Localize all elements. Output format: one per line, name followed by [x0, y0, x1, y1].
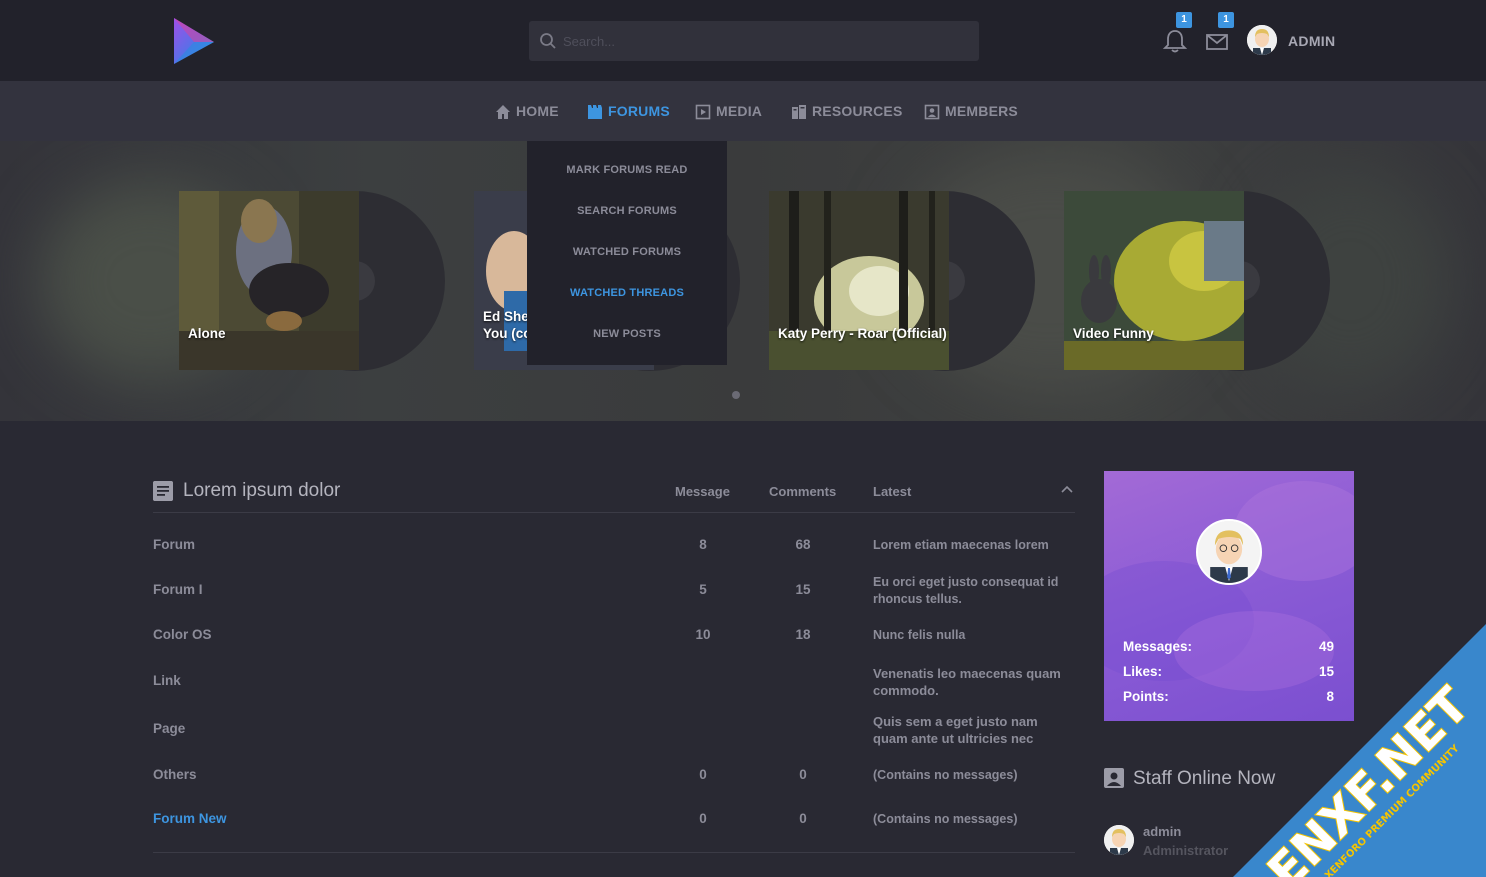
forum-link[interactable]: Forum New — [153, 811, 227, 826]
message-count: 10 — [695, 627, 711, 642]
mail-icon[interactable] — [1204, 28, 1230, 54]
media-caption: Katy Perry - Roar (Official) — [778, 326, 947, 341]
forum-link[interactable]: Color OS — [153, 627, 212, 642]
media-thumbnail — [769, 191, 949, 370]
comments-count: 0 — [799, 811, 807, 826]
staff-user-icon — [1104, 768, 1124, 788]
search-box[interactable] — [529, 21, 979, 61]
latest-thread[interactable]: Lorem etiam maecenas lorem — [873, 537, 1073, 554]
comments-count: 68 — [795, 537, 811, 552]
resources-icon — [792, 105, 806, 119]
profile-card: Messages: 49 Likes: 15 Points: 8 — [1104, 471, 1354, 721]
bell-icon[interactable] — [1162, 28, 1188, 54]
latest-thread[interactable]: Venenatis leo maecenas quam commodo. — [873, 665, 1073, 699]
staff-member-role: Administrator — [1143, 843, 1229, 858]
profile-bg-pattern — [1104, 481, 1354, 691]
home-icon — [496, 105, 510, 119]
stat-value-likes: 15 — [1318, 664, 1334, 679]
search-icon — [540, 33, 556, 49]
dropdown-item-watched-forums[interactable]: WATCHED FORUMS — [527, 246, 727, 258]
watermark-sub: XENFORO PREMIUM COMMUNITY — [1323, 743, 1462, 877]
divider — [153, 512, 1075, 513]
stat-label-messages: Messages: — [1123, 639, 1193, 654]
members-icon — [924, 104, 940, 120]
message-count: 0 — [699, 811, 707, 826]
top-header: 1 1 ADMIN — [0, 0, 1486, 81]
stat-label-points: Points: — [1123, 689, 1169, 704]
staff-avatar[interactable] — [1104, 825, 1134, 855]
media-thumbnail — [1064, 191, 1244, 370]
dropdown-item-search-forums[interactable]: SEARCH FORUMS — [527, 205, 727, 217]
forum-link[interactable]: Forum — [153, 537, 195, 552]
dropdown-item-mark-forums-read[interactable]: MARK FORUMS READ — [527, 164, 727, 176]
forum-link[interactable]: Page — [153, 721, 185, 736]
user-avatar[interactable] — [1247, 25, 1277, 55]
media-card[interactable]: Katy Perry - Roar (Official) — [769, 191, 949, 370]
forum-link[interactable]: Forum I — [153, 582, 203, 597]
main-nav: HOME FORUMS MEDIA RESOURCES MEMBERS — [0, 81, 1486, 141]
forums-dropdown-menu: MARK FORUMS READ SEARCH FORUMS WATCHED F… — [527, 141, 727, 365]
category-title[interactable]: Lorem ipsum dolor — [183, 480, 340, 502]
latest-thread: (Contains no messages) — [873, 812, 1018, 826]
chevron-up-icon[interactable] — [1060, 484, 1074, 494]
column-header-comments: Comments — [769, 484, 837, 499]
latest-thread: (Contains no messages) — [873, 768, 1018, 782]
comments-count: 0 — [799, 767, 807, 782]
comments-count: 15 — [795, 582, 811, 597]
message-count: 8 — [699, 537, 707, 552]
media-caption: Alone — [188, 326, 226, 341]
message-count: 5 — [699, 582, 707, 597]
column-header-message: Message — [675, 484, 730, 499]
stat-value-points: 8 — [1326, 689, 1334, 704]
column-header-latest: Latest — [873, 484, 912, 499]
latest-thread[interactable]: Eu orci eget justo consequat id rhoncus … — [873, 574, 1073, 608]
dropdown-item-watched-threads[interactable]: WATCHED THREADS — [527, 287, 727, 299]
media-card[interactable]: Alone — [179, 191, 359, 370]
user-name[interactable]: ADMIN — [1288, 33, 1335, 49]
divider — [153, 852, 1075, 853]
forums-icon — [588, 105, 602, 119]
media-icon — [695, 104, 711, 120]
staff-online-title: Staff Online Now — [1133, 768, 1276, 789]
comments-count: 18 — [795, 627, 811, 642]
search-input[interactable] — [563, 21, 963, 61]
notifications-badge: 1 — [1176, 12, 1192, 28]
latest-thread[interactable]: Quis sem a eget justo nam quam ante ut u… — [873, 713, 1073, 747]
stat-label-likes: Likes: — [1123, 664, 1163, 679]
messages-badge: 1 — [1218, 12, 1234, 28]
document-icon — [153, 481, 173, 501]
media-thumbnail — [179, 191, 359, 370]
forum-link[interactable]: Others — [153, 767, 197, 782]
profile-avatar[interactable] — [1196, 519, 1262, 585]
latest-thread[interactable]: Nunc felis nulla — [873, 627, 1073, 644]
forum-link[interactable]: Link — [153, 673, 181, 688]
staff-member-name[interactable]: admin — [1143, 824, 1181, 839]
slider-pagination-dot[interactable] — [732, 391, 740, 399]
dropdown-item-new-posts[interactable]: NEW POSTS — [527, 328, 727, 340]
media-slider: Alone Ed Sheeran - Shape Of You (co Katy… — [0, 141, 1486, 421]
logo-play-icon[interactable] — [170, 16, 216, 66]
media-caption: Video Funny — [1073, 326, 1154, 341]
message-count: 0 — [699, 767, 707, 782]
media-card[interactable]: Video Funny — [1064, 191, 1244, 370]
stat-value-messages: 49 — [1318, 639, 1334, 654]
